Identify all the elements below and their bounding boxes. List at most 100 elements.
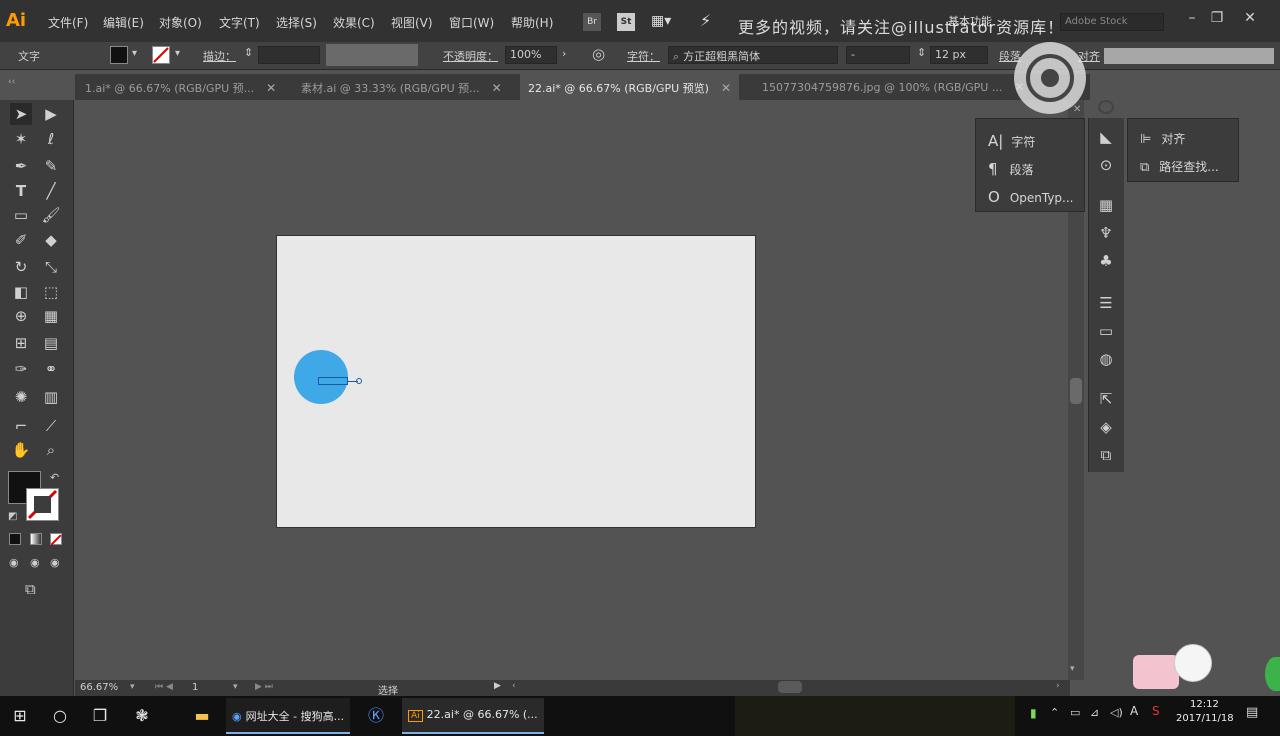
scroll-left-icon[interactable]: ‹ — [512, 681, 516, 691]
hand-tool-icon[interactable]: ✋ — [10, 439, 32, 461]
artboard-dropdown-icon[interactable]: ▾ — [233, 682, 238, 692]
variable-width-profile[interactable] — [326, 44, 418, 66]
next-artboard-icon[interactable]: ▶ ⏭ — [255, 682, 273, 692]
zoom-tool-icon[interactable]: ⌕ — [40, 439, 62, 461]
artboard-number-field[interactable]: 1 — [192, 682, 198, 693]
floating-assistant-icon[interactable] — [1265, 657, 1280, 691]
app-pinwheel-icon[interactable]: ❃ — [128, 702, 156, 730]
lasso-tool-icon[interactable]: ℓ — [40, 128, 62, 150]
recorder-mic-icon[interactable] — [1098, 100, 1114, 114]
swatches-icon[interactable]: ▦ — [1088, 192, 1124, 218]
free-transform-tool-icon[interactable]: ⬚ — [40, 281, 62, 303]
selection-tool-icon[interactable]: ➤ — [10, 103, 32, 125]
layers-icon[interactable]: ◈ — [1088, 414, 1124, 440]
file-explorer-icon[interactable]: ▬ — [188, 702, 216, 730]
panel-item-align[interactable]: ⊫ 对齐 — [1130, 124, 1195, 152]
stroke-none-swatch[interactable] — [152, 46, 170, 64]
type-tool-icon[interactable]: T — [10, 180, 32, 202]
shaper-tool-icon[interactable]: ✐ — [10, 229, 32, 251]
first-artboard-icon[interactable]: ⏮ ◀ — [155, 682, 173, 692]
gpu-performance-icon[interactable]: ⚡ — [700, 11, 711, 30]
task-view-icon[interactable]: ❐ — [86, 702, 114, 730]
rotate-tool-icon[interactable]: ↻ — [10, 256, 32, 278]
opacity-expand-icon[interactable]: › — [562, 47, 566, 60]
screen-recorder-widget[interactable] — [1014, 42, 1086, 114]
bridge-icon[interactable]: Br — [583, 13, 601, 31]
menu-window[interactable]: 窗口(W) — [449, 14, 494, 31]
menu-help[interactable]: 帮助(H) — [511, 14, 553, 31]
minimize-icon[interactable]: – — [1182, 10, 1202, 26]
close-icon[interactable]: ✕ — [1240, 10, 1260, 26]
taskbar-app-illustrator[interactable]: Ai 22.ai* @ 66.67% (... — [402, 698, 544, 734]
brushes-icon[interactable]: ♆ — [1088, 220, 1124, 246]
status-menu-icon[interactable]: ▶ — [494, 681, 501, 691]
k-app-icon[interactable]: Ⓚ — [362, 702, 390, 730]
menu-file[interactable]: 文件(F) — [48, 14, 88, 31]
fill-color-swatch[interactable] — [110, 46, 128, 64]
stroke-dropdown-icon[interactable]: ▾ — [175, 48, 180, 59]
zoom-level-field[interactable]: 66.67% — [80, 682, 118, 693]
character-label[interactable]: 字符： — [627, 48, 660, 64]
vertical-scroll-thumb[interactable] — [1070, 378, 1082, 404]
tab-document-22-active[interactable]: 22.ai* @ 66.67% (RGB/GPU 预览) ✕ — [520, 74, 739, 100]
curvature-tool-icon[interactable]: ✎ — [40, 155, 62, 177]
pen-tool-icon[interactable]: ✒ — [10, 155, 32, 177]
color-mode-button[interactable] — [9, 533, 21, 545]
width-tool-icon[interactable]: ◧ — [10, 281, 32, 303]
opacity-label[interactable]: 不透明度： — [443, 48, 498, 64]
stroke-panel-icon[interactable]: ☰ — [1088, 290, 1124, 316]
menu-select[interactable]: 选择(S) — [276, 14, 317, 31]
sogou-ime-icon[interactable]: S — [1152, 704, 1160, 718]
line-segment-tool-icon[interactable]: ╱ — [40, 180, 62, 202]
artboard-tool-icon[interactable]: ⌐ — [10, 415, 32, 437]
tab-document-sucai[interactable]: 素材.ai @ 33.33% (RGB/GPU 预... ✕ — [293, 74, 510, 100]
scale-tool-icon[interactable]: ⤡ — [40, 256, 62, 278]
draw-inside-icon[interactable]: ◉ — [50, 556, 60, 569]
gradient-panel-icon[interactable]: ▭ — [1088, 318, 1124, 344]
opacity-field[interactable]: 100% — [505, 46, 557, 64]
fill-dropdown-icon[interactable]: ▾ — [132, 48, 137, 59]
screen-mode-icon[interactable]: ⧉ — [25, 580, 36, 598]
action-center-icon[interactable]: ▤ — [1246, 705, 1258, 720]
eyedropper-tool-icon[interactable]: ✑ — [10, 358, 32, 380]
recolor-artwork-icon[interactable]: ◎ — [592, 45, 605, 63]
ime-indicator[interactable]: A — [1130, 704, 1138, 718]
shape-builder-tool-icon[interactable]: ⊕ — [10, 305, 32, 327]
rectangle-tool-icon[interactable]: ▭ — [10, 204, 32, 226]
transparency-panel-icon[interactable]: ◍ — [1088, 346, 1124, 372]
power-icon[interactable]: ▭ — [1070, 706, 1080, 719]
show-hidden-icons[interactable]: ⌃ — [1050, 706, 1059, 719]
tab-close-icon[interactable]: ✕ — [492, 81, 502, 95]
tab-close-icon[interactable]: ✕ — [266, 81, 276, 95]
cortana-icon[interactable]: ○ — [46, 702, 74, 730]
clock-date[interactable]: 2017/11/18 — [1176, 713, 1234, 724]
font-size-stepper[interactable]: ⇕ — [917, 46, 926, 59]
stock-search-input[interactable]: Adobe Stock — [1060, 13, 1164, 31]
eraser-tool-icon[interactable]: ◆ — [40, 229, 62, 251]
artboards-panel-icon[interactable]: ⧉ — [1088, 442, 1124, 468]
tab-document-1[interactable]: 1.ai* @ 66.67% (RGB/GPU 预... ✕ — [77, 74, 284, 100]
menu-effect[interactable]: 效果(C) — [333, 14, 375, 31]
volume-icon[interactable]: ◁) — [1110, 706, 1123, 719]
symbols-icon[interactable]: ♣ — [1088, 248, 1124, 274]
tab-close-icon[interactable]: ✕ — [721, 81, 731, 95]
properties-icon[interactable]: ◣ — [1088, 124, 1124, 150]
horizontal-scroll-thumb[interactable] — [778, 681, 802, 693]
text-handle[interactable] — [356, 378, 362, 384]
stroke-label[interactable]: 描边： — [203, 48, 236, 64]
menu-edit[interactable]: 编辑(E) — [103, 14, 144, 31]
tab-document-jpg[interactable]: 15077304759876.jpg @ 100% (RGB/GPU ...✕ — [754, 74, 1032, 100]
blend-tool-icon[interactable]: ⚭ — [40, 358, 62, 380]
taskbar-app-browser[interactable]: ◉ 网址大全 - 搜狗高... — [226, 698, 351, 734]
direct-selection-tool-icon[interactable]: ▶ — [40, 103, 62, 125]
font-family-field[interactable]: ⌕ 方正超粗黑简体 — [668, 46, 838, 64]
slice-tool-icon[interactable]: ⟋ — [40, 415, 62, 437]
paintbrush-tool-icon[interactable]: 🖌 — [40, 204, 62, 226]
draw-normal-icon[interactable]: ◉ — [9, 556, 19, 569]
font-style-field[interactable]: - — [846, 46, 910, 64]
stroke-weight-stepper[interactable]: ⇕ — [244, 46, 253, 59]
panel-item-opentype[interactable]: O OpenTyp... — [978, 182, 1084, 210]
panel-item-pathfinder[interactable]: ⧉ 路径查找... — [1130, 152, 1229, 180]
menu-object[interactable]: 对象(O) — [159, 14, 202, 31]
links-icon[interactable]: ⊙ — [1088, 152, 1124, 178]
